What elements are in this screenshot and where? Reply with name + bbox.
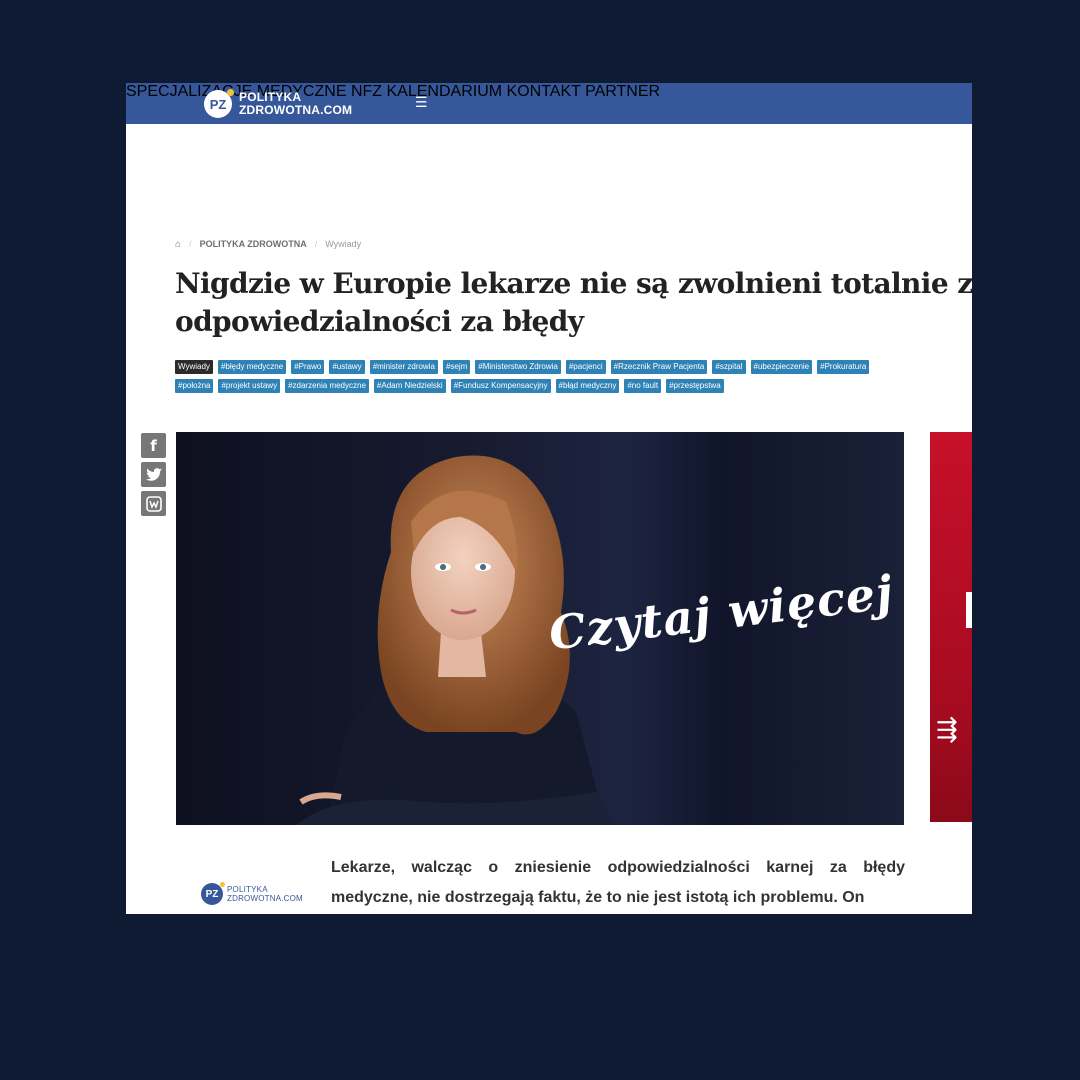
facebook-icon[interactable]: f bbox=[141, 433, 166, 458]
author-logo: PZ POLITYKA ZDROWOTNA.COM bbox=[201, 882, 303, 905]
twitter-icon[interactable] bbox=[141, 462, 166, 487]
nav-partner[interactable]: PARTNER bbox=[585, 83, 660, 100]
home-icon[interactable]: ⌂ bbox=[175, 239, 181, 250]
tag[interactable]: #Rzecznik Praw Pacjenta bbox=[610, 360, 708, 374]
ad-graphic bbox=[966, 592, 972, 628]
article-title: Nigdzie w Europie lekarze nie są zwolnie… bbox=[175, 267, 972, 338]
browser-page: PZ POLITYKA ZDROWOTNA.COM ☰ SPECJALIZACJ… bbox=[126, 83, 972, 914]
breadcrumb: ⌂ / POLITYKA ZDROWOTNA / Wywiady bbox=[175, 238, 362, 250]
tag[interactable]: #Prawo bbox=[291, 360, 325, 374]
tag[interactable]: #Fundusz Kompensacyjny bbox=[450, 379, 551, 393]
tag[interactable]: #Ministerstwo Zdrowia bbox=[475, 360, 561, 374]
tag[interactable]: #Prokuratura bbox=[817, 360, 870, 374]
tag[interactable]: #położna bbox=[175, 379, 214, 393]
side-advertisement[interactable]: ⇶ bbox=[930, 432, 972, 822]
tag[interactable]: #pacjenci bbox=[565, 360, 606, 374]
hero-image[interactable]: Czytaj więcej bbox=[176, 432, 904, 825]
hamburger-icon[interactable]: ☰ bbox=[415, 95, 428, 109]
tag[interactable]: #sejm bbox=[442, 360, 471, 374]
tag[interactable]: #szpital bbox=[712, 360, 746, 374]
tag-category[interactable]: Wywiady bbox=[175, 360, 213, 374]
site-header: PZ POLITYKA ZDROWOTNA.COM ☰ SPECJALIZACJ… bbox=[126, 83, 972, 124]
nav-kalendarium[interactable]: KALENDARIUM bbox=[387, 83, 503, 100]
logo-badge: PZ bbox=[201, 882, 225, 905]
breadcrumb-section[interactable]: POLITYKA ZDROWOTNA bbox=[200, 239, 307, 249]
logo-text: POLITYKA ZDROWOTNA.COM bbox=[239, 90, 353, 117]
tag-list: Wywiady #błędy medyczne #Prawo #ustawy #… bbox=[175, 360, 875, 393]
tag[interactable]: #zdarzenia medyczne bbox=[285, 379, 369, 393]
logo-badge: PZ bbox=[204, 89, 234, 118]
article-lead: Lekarze, walcząc o zniesienie odpowiedzi… bbox=[331, 859, 905, 906]
share-bar: f bbox=[141, 433, 168, 520]
nav-nfz[interactable]: NFZ bbox=[351, 83, 382, 100]
wykop-icon[interactable] bbox=[141, 491, 166, 516]
logo-text: POLITYKA ZDROWOTNA.COM bbox=[227, 885, 303, 903]
tag[interactable]: #minister zdrowia bbox=[369, 360, 438, 374]
tag[interactable]: #błędy medyczne bbox=[217, 360, 287, 374]
tag[interactable]: #błąd medyczny bbox=[555, 379, 620, 393]
tag[interactable]: #ustawy bbox=[329, 360, 365, 374]
tag[interactable]: #no fault bbox=[624, 379, 662, 393]
tag[interactable]: #ubezpieczenie bbox=[750, 360, 813, 374]
cart-icon: ⇶ bbox=[936, 714, 958, 744]
tag[interactable]: #projekt ustawy bbox=[218, 379, 281, 393]
tag[interactable]: #Adam Niedzielski bbox=[373, 379, 446, 393]
site-logo[interactable]: PZ POLITYKA ZDROWOTNA.COM bbox=[204, 88, 352, 120]
breadcrumb-current: Wywiady bbox=[325, 239, 362, 249]
nav-kontakt[interactable]: KONTAKT bbox=[507, 83, 581, 100]
tag[interactable]: #przestępstwa bbox=[666, 379, 724, 393]
